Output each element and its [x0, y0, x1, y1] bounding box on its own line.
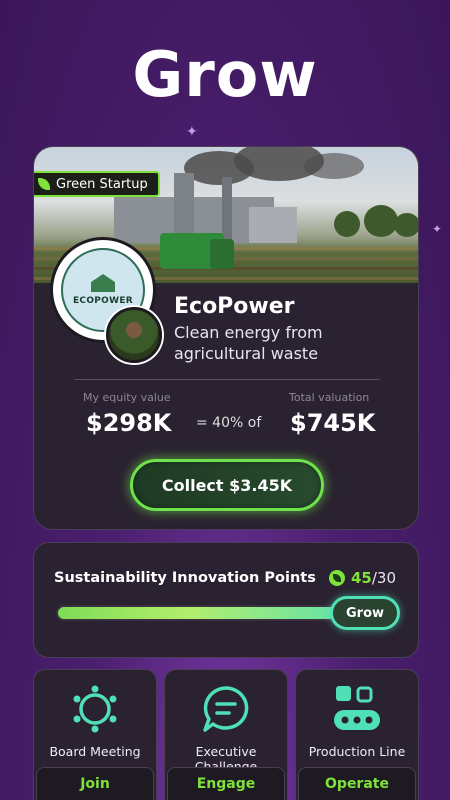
join-button[interactable]: Join — [36, 767, 154, 800]
sun-network-icon — [34, 682, 156, 736]
points-current: 45 — [350, 569, 372, 587]
tile-board-meeting[interactable]: Board Meeting Join — [33, 669, 157, 800]
conveyor-icon — [296, 682, 418, 736]
engage-button[interactable]: Engage — [167, 767, 285, 800]
equity-percent: = 40% of — [196, 415, 262, 431]
sparkle-icon: ✦ — [186, 124, 198, 140]
sparkle-icon: ✦ — [432, 222, 443, 236]
page-headline: Grow — [132, 38, 318, 111]
chat-bubble-icon — [165, 682, 287, 736]
tile-label: Board Meeting — [49, 744, 141, 759]
logo-text: ECOPOWER — [72, 296, 134, 306]
company-name: EcoPower — [174, 294, 295, 319]
company-card[interactable]: Green Startup ECOPOWER EcoPower Clean en… — [33, 146, 419, 530]
points-count: 45/30 — [328, 569, 396, 587]
valuation-value: $745K — [290, 409, 376, 437]
valuation-label: Total valuation — [289, 391, 370, 404]
leaf-coin-icon — [328, 570, 345, 586]
tile-executive-challenge[interactable]: Executive Challenge Engage — [164, 669, 288, 800]
points-panel: Sustainability Innovation Points 45/30 G… — [33, 542, 419, 658]
divider — [74, 379, 380, 380]
green-startup-tag: Green Startup — [34, 171, 160, 197]
company-description: Clean energy from agricultural waste — [174, 323, 323, 363]
tile-label: Production Line — [308, 744, 406, 759]
points-title: Sustainability Innovation Points — [54, 570, 316, 586]
tile-production-line[interactable]: Production Line Operate — [295, 669, 419, 800]
tag-label: Green Startup — [56, 176, 148, 192]
leaf-icon — [38, 178, 50, 190]
grow-button[interactable]: Grow — [330, 596, 400, 630]
founder-avatar[interactable] — [106, 307, 162, 363]
operate-button[interactable]: Operate — [298, 767, 416, 800]
house-icon — [91, 274, 115, 292]
collect-button[interactable]: Collect $3.45K — [130, 459, 324, 511]
equity-label: My equity value — [83, 391, 171, 404]
points-target: /30 — [371, 569, 396, 587]
equity-value: $298K — [86, 409, 172, 437]
